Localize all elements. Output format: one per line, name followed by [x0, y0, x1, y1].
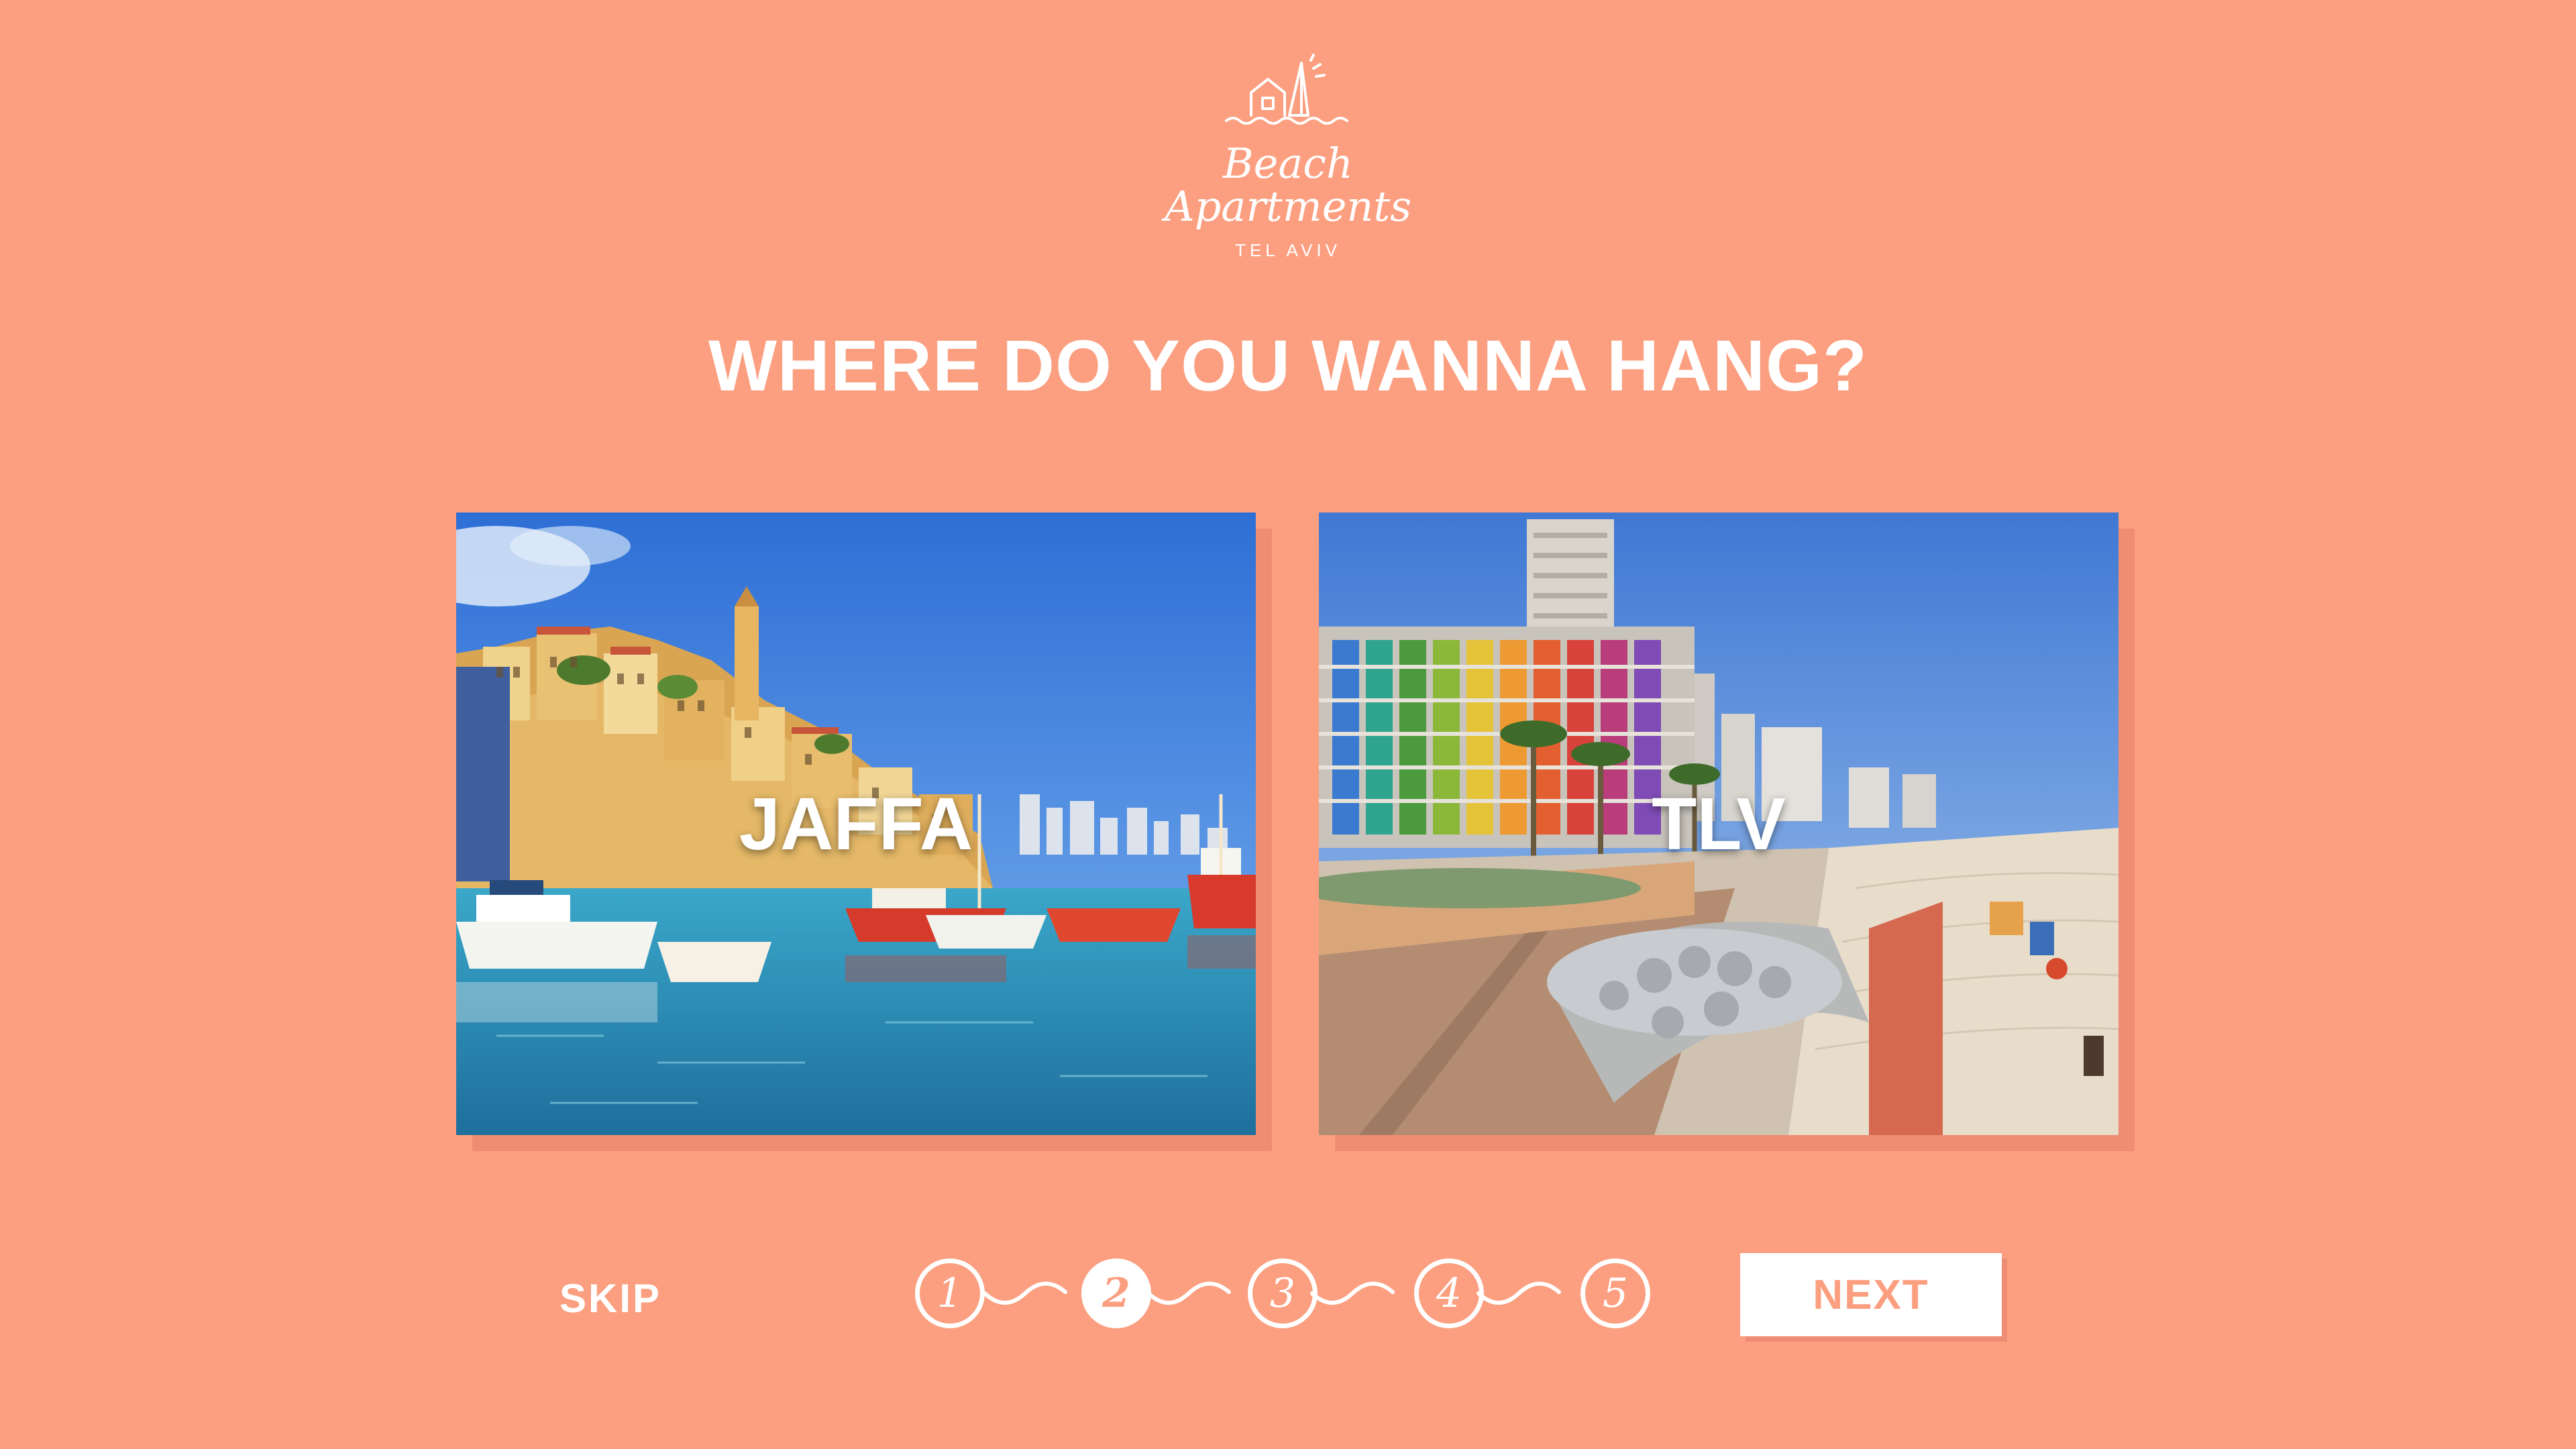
step-4[interactable]: 4 [1414, 1258, 1484, 1328]
page-title: WHERE DO YOU WANNA HANG? [708, 325, 1868, 406]
option-card-tlv[interactable]: TLV [1319, 513, 2118, 1135]
brand-location: TEL AVIV [1235, 240, 1341, 260]
option-label-jaffa: JAFFA [739, 782, 973, 865]
step-2-current[interactable]: 2 [1081, 1258, 1151, 1328]
brand-name-line2: Apartments [1164, 182, 1412, 231]
option-label-tlv: TLV [1652, 782, 1786, 865]
step-3[interactable]: 3 [1248, 1258, 1318, 1328]
beach-house-sailboat-icon [1225, 54, 1348, 125]
next-button[interactable]: NEXT [1740, 1253, 2002, 1336]
brand-name-line1: Beach [1223, 139, 1353, 188]
brand-logo: Beach Apartments TEL AVIV [1140, 54, 1436, 268]
step-5[interactable]: 5 [1580, 1258, 1650, 1328]
skip-button[interactable]: SKIP [530, 1272, 691, 1326]
step-1[interactable]: 1 [915, 1258, 985, 1328]
step-progress: 1 2 3 4 5 [912, 1256, 1664, 1336]
option-card-jaffa[interactable]: JAFFA [456, 513, 1256, 1135]
